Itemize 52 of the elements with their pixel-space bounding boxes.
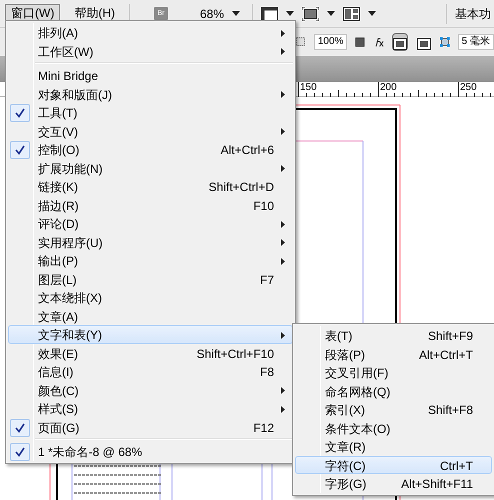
menu-item[interactable]: 图层(L) F7 <box>8 270 293 288</box>
menu-item[interactable]: 排列(A) <box>8 23 293 42</box>
ruler-label: 250 <box>460 82 477 93</box>
menu-item[interactable]: 评论(D) <box>8 214 293 232</box>
menu-item[interactable]: 命名网格(Q) <box>295 382 492 400</box>
size-field[interactable]: 5 毫米 <box>458 34 494 50</box>
menu-item[interactable]: 段落(P) Alt+Ctrl+T <box>295 344 492 363</box>
menu-bar-item[interactable]: 帮助(H) <box>68 4 121 23</box>
layout-icon[interactable] <box>343 6 360 20</box>
menu-item[interactable]: 信息(I) F8 <box>8 362 293 380</box>
menu-item[interactable]: 文章(R) <box>295 437 492 456</box>
menu-item[interactable]: 效果(E) Shift+Ctrl+F10 <box>8 344 293 362</box>
wrap-toggle[interactable] <box>392 33 408 51</box>
menu-item[interactable]: 扩展功能(N) <box>8 158 293 177</box>
menu-item[interactable]: 字形(G) Alt+Shift+F11 <box>295 474 492 492</box>
menu-item[interactable]: 字符(C) Ctrl+T <box>295 456 492 474</box>
opacity-field[interactable]: 100% <box>314 34 348 50</box>
menu-item[interactable]: 控制(O) Alt+Ctrl+6 <box>8 140 293 158</box>
workspace-label[interactable]: 基本功 <box>455 4 491 22</box>
dropdown-caret-icon[interactable] <box>368 11 376 16</box>
ruler-label: 200 <box>380 82 397 93</box>
menu-item[interactable]: 索引(X) Shift+F8 <box>295 400 492 418</box>
screen-mode-icon[interactable] <box>302 6 320 20</box>
ruler-label: 150 <box>300 82 317 93</box>
menu-item[interactable]: 交叉引用(F) <box>295 363 492 382</box>
menu-item[interactable]: 对象和版面(J) <box>8 84 293 103</box>
menu-item[interactable]: Mini Bridge <box>8 66 293 84</box>
menu-item[interactable]: 颜色(C) <box>8 380 293 399</box>
menu-item[interactable]: 工具(T) <box>8 103 293 122</box>
menu-item[interactable]: 实用程序(U) <box>8 232 293 251</box>
menu-item[interactable]: 链接(K) Shift+Ctrl+D <box>8 177 293 196</box>
menu-item[interactable]: 条件文本(O) <box>295 418 492 437</box>
menu-item[interactable]: 1 *未命名-8 @ 68% <box>8 442 293 460</box>
menu-item[interactable]: 文字和表(Y) <box>8 325 293 344</box>
dropdown-caret-icon[interactable] <box>327 11 336 16</box>
effects-icon[interactable] <box>374 36 384 48</box>
menu-item[interactable]: 描边(R) F10 <box>8 196 293 214</box>
zoom-value[interactable]: 68% <box>200 4 224 22</box>
menu-item[interactable]: 文章(A) <box>8 306 293 325</box>
opacity-icon[interactable] <box>296 35 306 49</box>
menu-item[interactable]: 表(T) Shift+F9 <box>295 326 492 344</box>
menu-item[interactable]: 样式(S) <box>8 399 293 418</box>
menu-item[interactable]: 交互(V) <box>8 122 293 140</box>
menu-item[interactable]: 工作区(W) <box>8 42 293 60</box>
corner-icon[interactable] <box>440 35 450 49</box>
shadow-icon[interactable] <box>355 34 366 50</box>
menu-item[interactable]: 文本绕排(X) <box>8 288 293 306</box>
dropdown-caret-icon[interactable] <box>286 11 294 16</box>
dropdown-caret-icon[interactable] <box>232 11 240 16</box>
menu-item[interactable]: 输出(P) <box>8 251 293 270</box>
menu-item[interactable]: 页面(G) F12 <box>8 418 293 436</box>
frame-icon[interactable] <box>261 6 278 20</box>
